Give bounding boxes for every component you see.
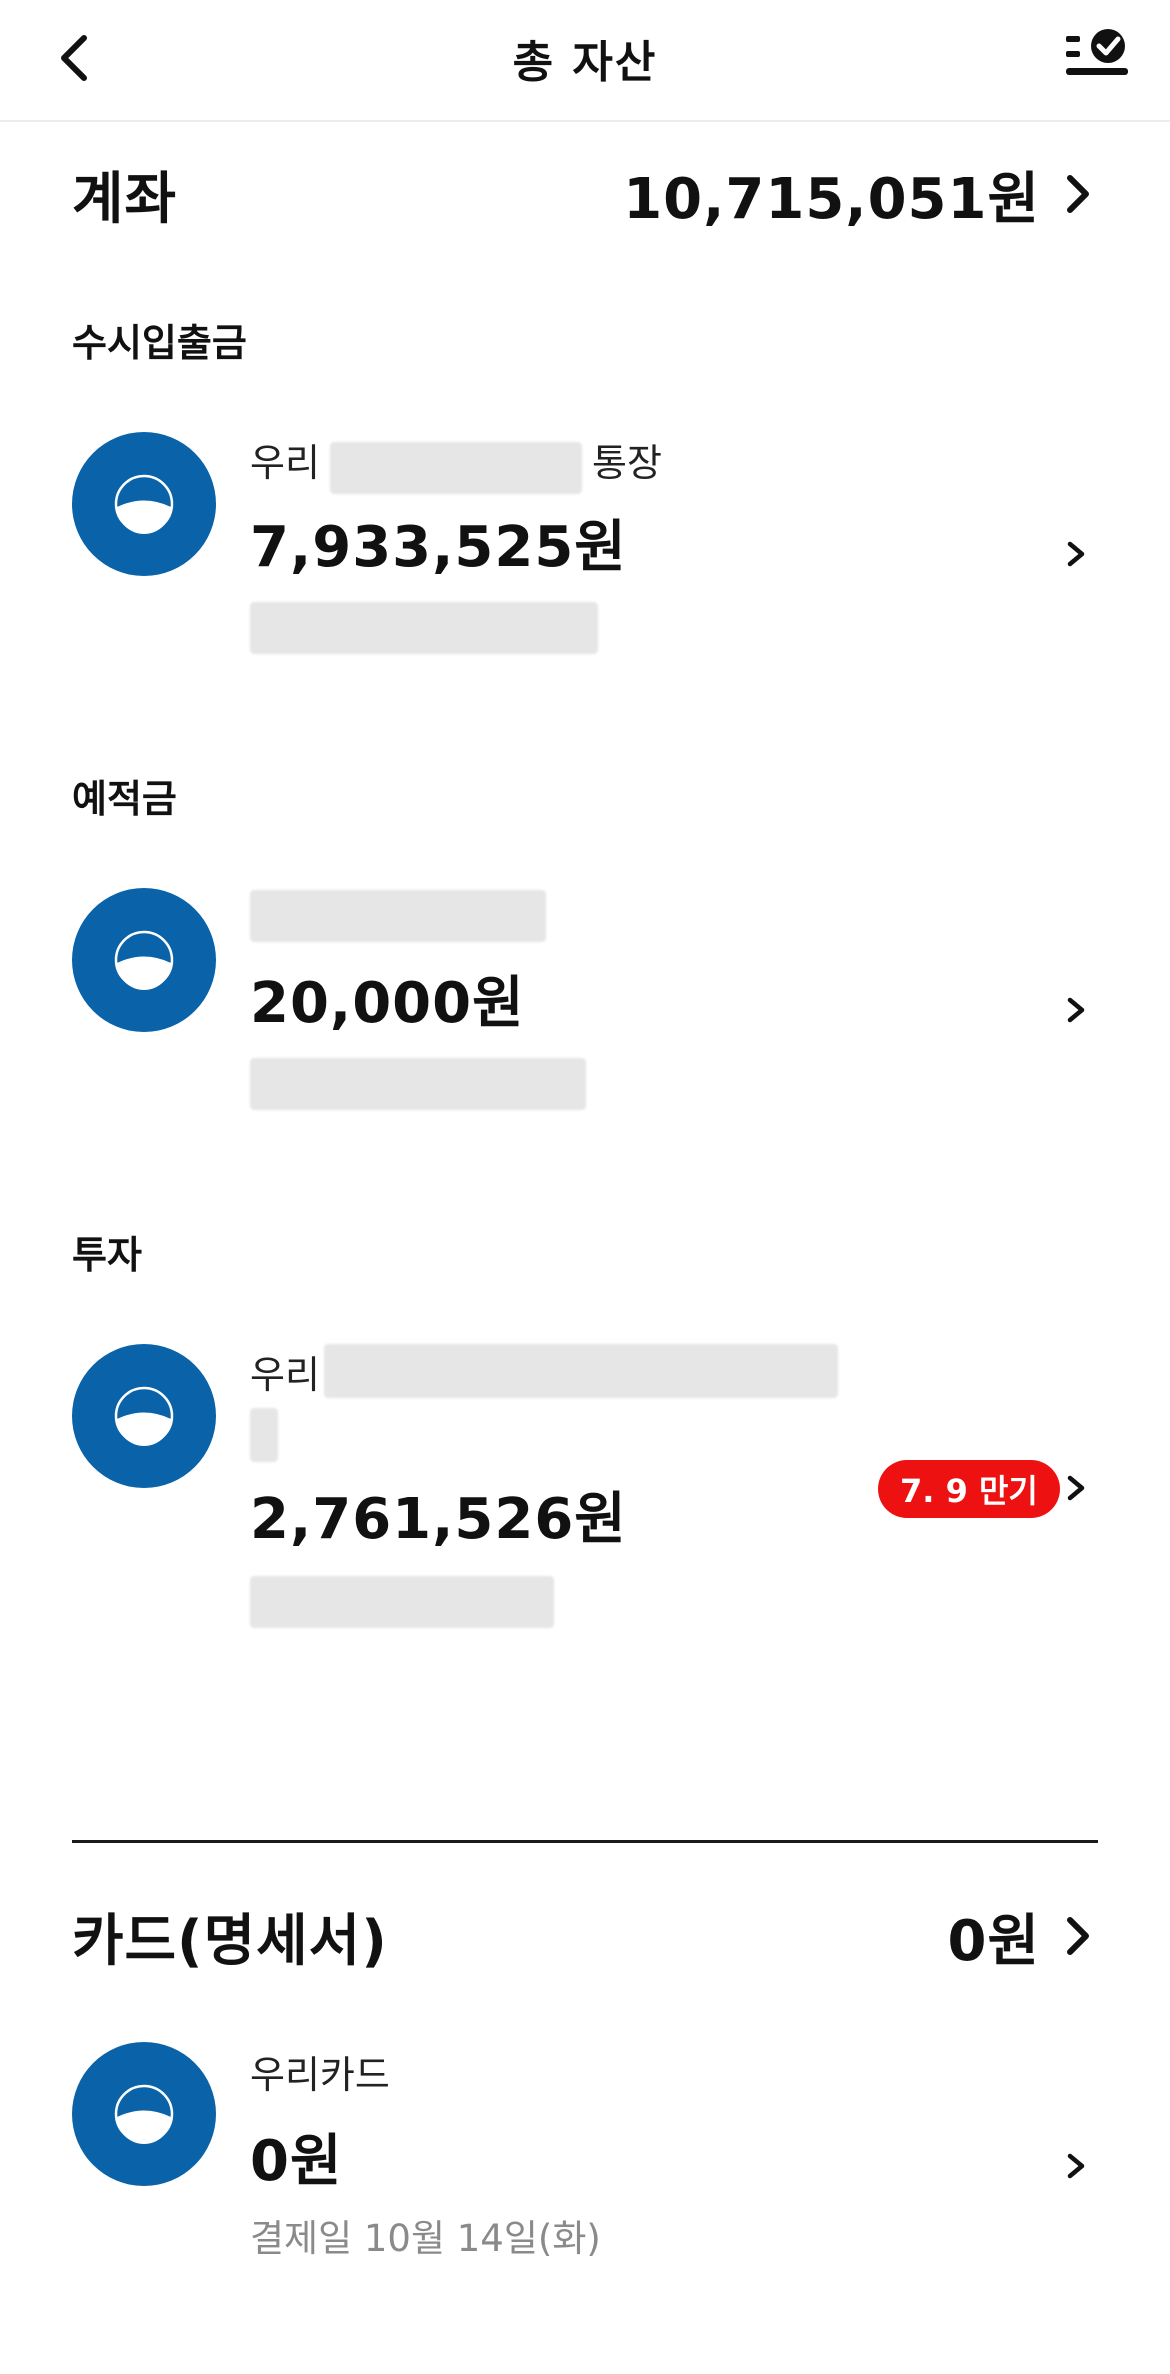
category-label-investment: 투자	[72, 1233, 142, 1277]
account-name-prefix: 우리	[250, 1353, 320, 1397]
maturity-badge: 7. 9 만기	[878, 1460, 1060, 1518]
account-row-savings[interactable]: 20,000원	[0, 876, 1170, 1116]
card-row-woori[interactable]: 우리카드 0원 결제일 10월 14일(화)	[0, 2030, 1170, 2270]
woori-bank-icon	[114, 474, 174, 534]
total-assets-page: 총 자산 계좌 10,715,051원 수시입출금 우리 통장 7,933,52…	[0, 0, 1170, 2374]
masked-account-name	[324, 1344, 838, 1398]
account-balance: 2,761,526원	[250, 1487, 627, 1552]
page-title: 총 자산	[512, 37, 658, 88]
chevron-right-icon	[1067, 1917, 1089, 1955]
category-label-savings: 예적금	[72, 777, 177, 821]
woori-bank-icon	[114, 2084, 174, 2144]
card-amount: 0원	[250, 2129, 343, 2194]
account-row-checking[interactable]: 우리 통장 7,933,525원	[0, 420, 1170, 660]
card-payment-date: 결제일 10월 14일(화)	[250, 2217, 601, 2260]
account-name-prefix: 우리	[250, 441, 320, 485]
cards-section-header[interactable]: 카드(명세서) 0원	[72, 1896, 1098, 1976]
account-row-investment[interactable]: 우리 2,761,526원 7. 9 만기	[0, 1332, 1170, 1652]
woori-bank-icon	[114, 930, 174, 990]
account-balance: 7,933,525원	[250, 515, 627, 580]
account-name: 우리 통장	[250, 432, 662, 494]
list-check-icon	[1066, 29, 1128, 75]
section-divider	[72, 1840, 1098, 1843]
cards-title: 카드(명세서)	[72, 1908, 388, 1974]
chevron-right-icon	[1067, 541, 1085, 567]
chevron-right-icon	[1067, 175, 1089, 213]
account-name-suffix: 통장	[592, 441, 662, 485]
cards-total: 0원	[947, 1908, 1040, 1974]
top-nav-bar: 총 자산	[0, 0, 1170, 122]
masked-account-name	[250, 890, 546, 942]
bank-logo	[72, 888, 216, 1032]
masked-account-number	[250, 1576, 554, 1628]
accounts-title: 계좌	[72, 166, 178, 232]
bank-logo	[72, 2042, 216, 2186]
woori-bank-icon	[114, 1386, 174, 1446]
chevron-right-icon	[1067, 2153, 1085, 2179]
chevron-right-icon	[1067, 1475, 1085, 1501]
masked-account-number	[250, 1058, 586, 1110]
chevron-right-icon	[1067, 997, 1085, 1023]
masked-account-name	[330, 442, 582, 494]
list-settings-button[interactable]	[1062, 24, 1132, 84]
accounts-total: 10,715,051원	[623, 166, 1040, 232]
category-label-demand: 수시입출금	[72, 321, 247, 365]
masked-account-number	[250, 602, 598, 654]
card-name: 우리카드	[250, 2053, 390, 2097]
account-name: 우리	[250, 1344, 320, 1399]
bank-logo	[72, 1344, 216, 1488]
bank-logo	[72, 432, 216, 576]
accounts-section-header[interactable]: 계좌 10,715,051원	[72, 154, 1098, 234]
account-balance: 20,000원	[250, 971, 525, 1036]
masked-account-name-cont	[250, 1408, 278, 1462]
